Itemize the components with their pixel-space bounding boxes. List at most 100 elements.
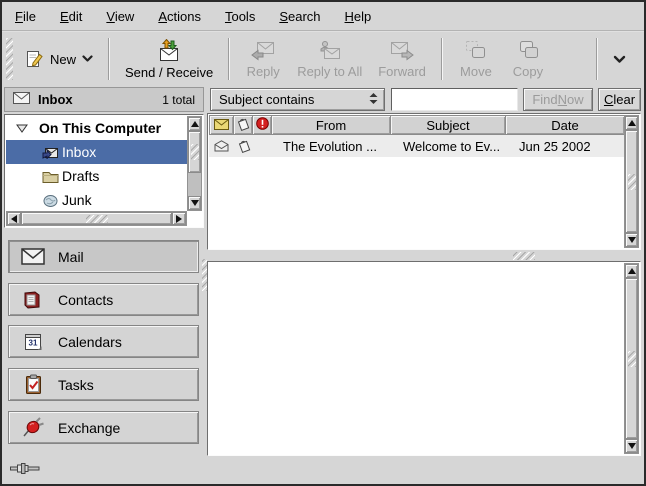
new-message-icon (25, 50, 44, 69)
tree-root-label: On This Computer (39, 120, 161, 136)
message-subject: Welcome to Ev... (394, 139, 510, 154)
shortcut-mail-button[interactable]: Mail (8, 240, 199, 273)
tree-row-on-this-computer[interactable]: On This Computer (6, 116, 187, 140)
menu-actions[interactable]: Actions (158, 9, 201, 24)
shortcut-calendars-button[interactable]: 31 Calendars (8, 325, 199, 358)
menu-bar: File Edit View Actions Tools Search Help (2, 2, 644, 30)
message-row[interactable]: The Evolution ... Welcome to Ev... Jun 2… (209, 135, 624, 157)
open-envelope-icon (209, 140, 234, 152)
menu-edit[interactable]: Edit (60, 9, 82, 24)
shortcut-contacts-button[interactable]: Contacts (8, 283, 199, 316)
scrollbar-thumb[interactable] (188, 131, 201, 173)
shortcut-label: Tasks (58, 377, 94, 393)
column-attachment-header[interactable] (233, 115, 253, 135)
folder-icon (41, 170, 59, 183)
preview-scrollbar (624, 263, 639, 454)
envelope-icon (13, 92, 30, 107)
message-date: Jun 25 2002 (510, 139, 624, 154)
scrollbar-thumb[interactable] (21, 212, 172, 225)
tree-row-inbox[interactable]: Inbox (6, 140, 187, 164)
contacts-icon (21, 290, 45, 310)
copy-button[interactable]: Copy (502, 35, 554, 83)
preview-pane (207, 261, 641, 456)
attachment-icon (236, 117, 250, 134)
toolbar-overflow-button[interactable] (605, 48, 634, 71)
shortcut-label: Contacts (58, 292, 113, 308)
scroll-up-button[interactable] (625, 116, 638, 130)
copy-icon (516, 40, 540, 62)
expander-triangle-icon[interactable] (13, 124, 31, 133)
find-now-label: Find (532, 92, 557, 107)
menu-tools[interactable]: Tools (225, 9, 255, 24)
scrollbar-thumb[interactable] (625, 130, 638, 233)
scroll-down-button[interactable] (625, 439, 638, 453)
column-status-header[interactable] (209, 115, 234, 135)
scroll-up-button[interactable] (625, 264, 638, 278)
menu-file[interactable]: File (15, 9, 36, 24)
search-filter-dropdown[interactable]: Subject contains (210, 88, 385, 111)
shortcut-exchange-button[interactable]: Exchange (8, 411, 199, 444)
reply-button[interactable]: Reply (237, 35, 289, 83)
reply-all-icon (317, 40, 343, 62)
scrollbar-thumb[interactable] (625, 278, 638, 439)
pane-splitter[interactable] (207, 250, 641, 261)
shortcut-label: Calendars (58, 334, 122, 350)
tree-horizontal-scrollbar (6, 211, 187, 226)
scroll-left-button[interactable] (7, 212, 21, 225)
message-list-scrollbar (624, 115, 639, 248)
combo-arrows-icon (369, 92, 378, 107)
move-label: Move (460, 64, 492, 79)
new-button[interactable]: New (17, 37, 101, 81)
evolution-window: File Edit View Actions Tools Search Help… (0, 0, 646, 486)
menu-help[interactable]: Help (345, 9, 372, 24)
mail-icon (21, 248, 45, 265)
svg-text:31: 31 (28, 338, 37, 347)
toolbar-drag-handle[interactable] (6, 38, 13, 80)
send-receive-icon (156, 39, 182, 63)
find-now-button[interactable]: Find Now (523, 88, 593, 111)
scroll-up-button[interactable] (188, 117, 201, 131)
toolbar: New Send / Receive Reply Reply to All (2, 32, 644, 86)
folder-tree: On This Computer Inbox Drafts Junk (4, 114, 204, 228)
search-filter-value: Subject contains (219, 92, 314, 107)
tree-row-drafts[interactable]: Drafts (6, 164, 187, 188)
chevron-down-icon (82, 55, 93, 63)
scroll-down-button[interactable] (188, 196, 201, 210)
message-list: From Subject Date The Evolution ... Welc… (207, 113, 641, 250)
message-from: The Evolution ... (274, 139, 394, 154)
reply-to-all-button[interactable]: Reply to All (289, 35, 370, 83)
column-from-header[interactable]: From (271, 115, 391, 135)
toolbar-separator (441, 38, 443, 80)
forward-button[interactable]: Forward (370, 35, 434, 83)
menu-view[interactable]: View (106, 9, 134, 24)
scroll-right-button[interactable] (172, 212, 186, 225)
menu-search[interactable]: Search (279, 9, 320, 24)
send-receive-label: Send / Receive (125, 65, 213, 80)
new-button-label: New (50, 52, 76, 67)
connector-icon[interactable] (10, 462, 40, 478)
splitter-grip (513, 252, 535, 260)
tree-item-label: Drafts (62, 168, 99, 184)
junk-icon (41, 194, 59, 207)
send-receive-button[interactable]: Send / Receive (117, 35, 221, 83)
scroll-down-button[interactable] (625, 233, 638, 247)
exchange-icon (21, 417, 45, 438)
forward-label: Forward (378, 64, 426, 79)
shortcut-tasks-button[interactable]: Tasks (8, 368, 199, 401)
clear-button[interactable]: Clear (598, 88, 641, 111)
scrollbar-trough[interactable] (188, 173, 201, 196)
chevron-down-icon (613, 52, 626, 67)
tree-item-label: Inbox (62, 144, 96, 160)
attachment-icon (234, 139, 254, 153)
search-input[interactable] (391, 88, 518, 111)
copy-label: Copy (513, 64, 543, 79)
column-date-header[interactable]: Date (505, 115, 625, 135)
forward-icon (389, 40, 415, 62)
column-priority-header[interactable] (252, 115, 272, 135)
folder-title-bar: Inbox 1 total (4, 87, 204, 112)
toolbar-separator (108, 38, 110, 80)
move-icon (464, 40, 488, 62)
tree-row-junk[interactable]: Junk (6, 188, 187, 211)
column-subject-header[interactable]: Subject (390, 115, 506, 135)
move-button[interactable]: Move (450, 35, 502, 83)
